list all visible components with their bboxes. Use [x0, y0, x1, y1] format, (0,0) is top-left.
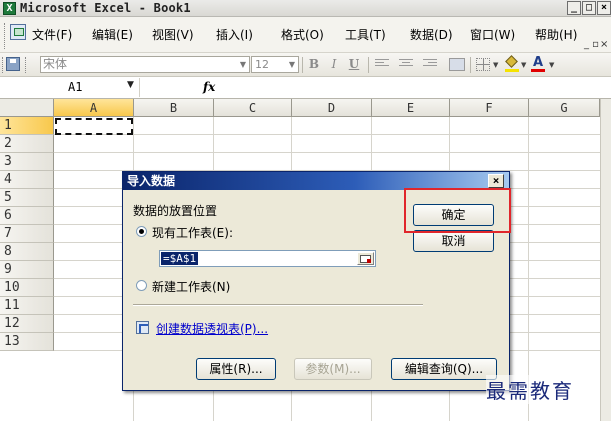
pivot-table-icon — [136, 321, 149, 334]
menu-data[interactable]: 数据(D) — [410, 26, 453, 43]
reference-input[interactable]: =$A$1 — [159, 250, 376, 267]
column-header-a[interactable]: A — [54, 99, 134, 117]
collapse-dialog-icon[interactable] — [357, 252, 374, 265]
italic-button[interactable]: I — [326, 56, 342, 73]
placement-label: 数据的放置位置 — [133, 204, 218, 218]
row-header-7[interactable]: 7 — [0, 225, 54, 243]
watermark-text: 最需教育 — [486, 375, 574, 404]
formatting-toolbar: 宋体 ▼ 12 ▼ B I U ▼ ▼ A ▼ — [0, 53, 611, 77]
chevron-down-icon[interactable]: ▼ — [237, 57, 249, 72]
edit-query-button[interactable]: 编辑查询(Q)... — [391, 358, 497, 380]
row-header-4[interactable]: 4 — [0, 171, 54, 189]
menu-format[interactable]: 格式(O) — [281, 26, 324, 43]
row-header-3[interactable]: 3 — [0, 153, 54, 171]
existing-sheet-radio[interactable] — [136, 226, 147, 237]
font-color-icon[interactable]: A — [530, 55, 546, 73]
font-name-value: 宋体 — [43, 57, 68, 71]
column-header-b[interactable]: B — [134, 99, 214, 117]
column-header-c[interactable]: C — [214, 99, 292, 117]
merge-center-icon[interactable] — [449, 58, 465, 71]
bucket-icon — [505, 55, 518, 68]
toolbar-grip-handle-2[interactable] — [25, 57, 33, 73]
excel-app-icon[interactable]: X — [3, 2, 16, 15]
gridline — [54, 134, 611, 135]
existing-sheet-label[interactable]: 现有工作表(E): — [152, 224, 233, 241]
align-center-icon[interactable] — [399, 59, 413, 70]
name-box[interactable]: A1 — [0, 78, 140, 97]
align-right-icon[interactable] — [423, 59, 437, 70]
align-left-icon[interactable] — [375, 59, 389, 70]
font-color-glyph: A — [533, 55, 544, 70]
font-color-swatch — [531, 69, 545, 72]
vertical-scrollbar[interactable] — [600, 99, 611, 421]
row-header-12[interactable]: 12 — [0, 315, 54, 333]
cancel-button[interactable]: 取消 — [413, 230, 494, 252]
font-size-value: 12 — [255, 58, 269, 71]
row-header-5[interactable]: 5 — [0, 189, 54, 207]
font-name-combo[interactable]: 宋体 ▼ — [40, 56, 250, 73]
title-bar: X Microsoft Excel - Book1 _ □ × — [0, 0, 611, 17]
menu-grip-handle[interactable] — [4, 23, 7, 49]
row-header-11[interactable]: 11 — [0, 297, 54, 315]
formula-input[interactable] — [226, 78, 611, 97]
maximize-button[interactable]: □ — [582, 1, 596, 15]
workbook-icon[interactable] — [10, 24, 26, 40]
toolbar-separator — [368, 57, 369, 73]
insert-function-icon[interactable]: fx — [203, 80, 215, 94]
menu-window[interactable]: 窗口(W) — [470, 26, 515, 43]
row-header-9[interactable]: 9 — [0, 261, 54, 279]
close-window-button[interactable]: × — [597, 1, 611, 15]
toolbar-separator — [302, 57, 303, 73]
font-size-combo[interactable]: 12 ▼ — [251, 56, 299, 73]
menu-view[interactable]: 视图(V) — [152, 26, 194, 43]
borders-icon[interactable] — [476, 58, 490, 71]
chevron-down-icon[interactable]: ▼ — [127, 80, 134, 90]
menu-help[interactable]: 帮助(H) — [535, 26, 577, 43]
chevron-down-icon[interactable]: ▼ — [549, 61, 554, 69]
row-header-2[interactable]: 2 — [0, 135, 54, 153]
window-title: Microsoft Excel - Book1 — [20, 1, 191, 15]
create-pivot-table-link[interactable]: 创建数据透视表(P)... — [156, 320, 268, 337]
new-sheet-label[interactable]: 新建工作表(N) — [152, 278, 230, 295]
row-header-8[interactable]: 8 — [0, 243, 54, 261]
column-header-f[interactable]: F — [450, 99, 529, 117]
chevron-down-icon[interactable]: ▼ — [493, 61, 498, 69]
dialog-separator — [133, 304, 423, 306]
toolbar-separator — [470, 57, 471, 73]
chevron-down-icon[interactable]: ▼ — [521, 61, 526, 69]
row-header-10[interactable]: 10 — [0, 279, 54, 297]
toolbar-grip-handle[interactable] — [2, 57, 5, 73]
menu-tools[interactable]: 工具(T) — [345, 26, 386, 43]
bold-button[interactable]: B — [306, 56, 322, 73]
column-header-g[interactable]: G — [529, 99, 600, 117]
select-all-corner[interactable] — [0, 99, 54, 117]
reference-value: =$A$1 — [161, 252, 199, 265]
row-header-6[interactable]: 6 — [0, 207, 54, 225]
underline-button[interactable]: U — [346, 56, 362, 73]
fill-color-swatch — [505, 69, 519, 72]
workbook-close-button[interactable]: × — [600, 39, 608, 50]
workbook-restore-button[interactable]: _ ▫ — [584, 39, 599, 50]
properties-button[interactable]: 属性(R)... — [196, 358, 276, 380]
new-sheet-radio[interactable] — [136, 280, 147, 291]
minimize-button[interactable]: _ — [567, 1, 581, 15]
active-cell-a1[interactable] — [55, 118, 133, 135]
menu-file[interactable]: 文件(F) — [32, 26, 72, 43]
column-header-d[interactable]: D — [292, 99, 372, 117]
column-header-e[interactable]: E — [372, 99, 450, 117]
row-header-1[interactable]: 1 — [0, 117, 54, 135]
menu-insert[interactable]: 插入(I) — [216, 26, 253, 43]
save-icon[interactable] — [6, 57, 20, 71]
dialog-close-button[interactable]: × — [488, 174, 504, 188]
row-header-13[interactable]: 13 — [0, 333, 54, 351]
gridline — [54, 152, 611, 153]
chevron-down-icon[interactable]: ▼ — [286, 57, 298, 72]
parameters-button[interactable]: 参数(M)... — [294, 358, 372, 380]
formula-bar: A1 ▼ fx — [0, 77, 611, 99]
menu-edit[interactable]: 编辑(E) — [92, 26, 133, 43]
ok-button-highlight — [404, 188, 511, 233]
menu-bar: 文件(F) 编辑(E) 视图(V) 插入(I) 格式(O) 工具(T) 数据(D… — [0, 17, 611, 53]
fill-color-icon[interactable] — [504, 55, 520, 73]
